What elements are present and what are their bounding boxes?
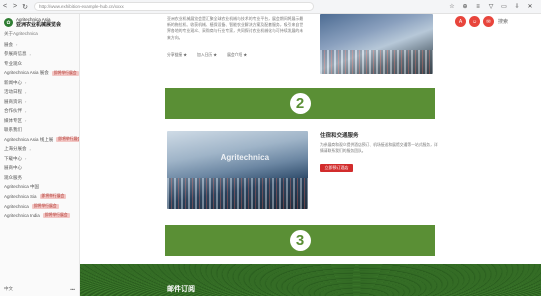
site-logo[interactable]: ✿ Agritechnica Asia 亚洲农业机械展览会 bbox=[4, 17, 75, 28]
sidebar-item[interactable]: Agritechnica India 即将举行展会 bbox=[4, 211, 75, 221]
chevron-right-icon: › bbox=[29, 51, 31, 57]
sidebar-item[interactable]: 新闻中心 › bbox=[4, 78, 75, 88]
close-icon[interactable]: ✕ bbox=[525, 2, 535, 12]
sidebar-item-label: 活动日程 bbox=[4, 89, 22, 95]
sidebar-item-label: 观众服务 bbox=[4, 174, 22, 180]
search-label[interactable]: 搜索 bbox=[498, 18, 538, 27]
upcoming-badge: 即将举行展会 bbox=[51, 70, 79, 76]
newsletter-band bbox=[80, 264, 541, 296]
sidebar-item[interactable]: 展商资讯 › bbox=[4, 97, 75, 107]
back-icon[interactable]: < bbox=[0, 2, 10, 12]
extension-icon[interactable]: ⊕ bbox=[460, 2, 470, 12]
meta-share[interactable]: 分享链接 ★ bbox=[167, 53, 187, 58]
upcoming-badge: 即将举行展会 bbox=[42, 213, 70, 219]
logo-line2: 亚洲农业机械展览会 bbox=[16, 22, 62, 28]
step-band-2: 2 bbox=[165, 88, 435, 119]
sidebar-item[interactable]: 专业观众 bbox=[4, 59, 75, 69]
sidebar-subtitle[interactable]: 关于Agritechnica bbox=[4, 31, 75, 37]
step-number-3: 3 bbox=[289, 230, 311, 251]
chevron-right-icon: › bbox=[25, 118, 27, 124]
sidebar-item[interactable]: 展会 › bbox=[4, 40, 75, 50]
sidebar-item-label: 合作伙伴 bbox=[4, 108, 22, 114]
sidebar-item-label: 参展商信息 bbox=[4, 51, 27, 57]
chevron-right-icon: › bbox=[29, 146, 31, 152]
sidebar-item-label: 联系我们 bbox=[4, 127, 22, 133]
chevron-right-icon: › bbox=[16, 42, 18, 48]
browser-toolbar: < > ↻ http://www.exhibition-example-hub.… bbox=[0, 0, 541, 14]
sidebar-item[interactable]: 上海分展会 › bbox=[4, 145, 75, 155]
sidebar-item-label: 媒体专区 bbox=[4, 117, 22, 123]
sidebar-item[interactable]: 观众服务 bbox=[4, 173, 75, 183]
hall-sign-text: Agritechnica bbox=[220, 152, 270, 162]
chevron-right-icon: › bbox=[25, 108, 27, 114]
step-band-3: 3 bbox=[165, 225, 435, 256]
sidebar-item[interactable]: 活动日程 › bbox=[4, 88, 75, 98]
forward-icon[interactable]: > bbox=[10, 2, 20, 12]
book-hotel-button[interactable]: 立即预订酒店 bbox=[320, 164, 353, 172]
sidebar-item[interactable]: Agritechnica 中国 bbox=[4, 183, 75, 193]
fab-mail-button[interactable]: ✉ bbox=[483, 16, 494, 27]
sidebar-item[interactable]: 媒体专区 › bbox=[4, 116, 75, 126]
sidebar-item-label: 展会 bbox=[4, 41, 13, 47]
fab-a-button[interactable]: A bbox=[455, 16, 466, 27]
fab-user-button[interactable]: ☺ bbox=[469, 16, 480, 27]
sidebar-item[interactable]: 合作伙伴 › bbox=[4, 107, 75, 117]
menu-icon[interactable]: ≡ bbox=[473, 2, 483, 12]
download-icon[interactable]: ⇩ bbox=[512, 2, 522, 12]
sidebar-item-label: Agritechnica Asia 线上展 bbox=[4, 136, 54, 142]
upcoming-badge: 即将举行展会 bbox=[31, 203, 59, 209]
sidebar-menu: 展会 › 参展商信息 › 专业观众 Agritechnica Asia 展会 即将举行展会新… bbox=[4, 40, 79, 221]
filter-icon[interactable]: ▽ bbox=[486, 2, 496, 12]
sidebar-item-label: 展商资讯 bbox=[4, 98, 22, 104]
crowd-texture bbox=[320, 50, 433, 74]
sidebar-item-label: 上海分展会 bbox=[4, 146, 27, 152]
reload-icon[interactable]: ↻ bbox=[20, 2, 30, 12]
more-icon[interactable]: ••• bbox=[70, 287, 75, 292]
section-description: 为参展商和观众提供酒店预订、机场接送和展馆交通等一站式服务，详情请联系我们的服务… bbox=[320, 143, 438, 153]
toolbar-actions: ☆ ⊕ ≡ ▽ ▭ ⇩ ✕ bbox=[447, 2, 541, 12]
article-body: 亚洲农业机械展览会是汇聚全球农业机械与技术的专业平台，展会期间将展示最新的拖拉机… bbox=[167, 16, 304, 40]
sidebar-item[interactable]: Agritechnica Sia 即将举行展会 bbox=[4, 192, 75, 202]
sidebar-item-label: Agritechnica Asia 展会 bbox=[4, 70, 49, 76]
chevron-right-icon: › bbox=[25, 99, 27, 105]
crowd-texture bbox=[167, 177, 308, 209]
section-title: 住宿和交通服务 bbox=[320, 133, 359, 139]
sidebar-item-label: 新闻中心 bbox=[4, 79, 22, 85]
newsletter-title: 邮件订阅 bbox=[167, 286, 195, 293]
sidebar-item[interactable]: 联系我们 bbox=[4, 126, 75, 136]
exhibition-hall-photo bbox=[320, 14, 433, 74]
sidebar-item-label: Agritechnica Sia bbox=[4, 194, 37, 200]
article-meta: 分享链接 ★ 加入日历 ★ 展会介绍 ★ bbox=[167, 53, 247, 58]
sidebar-item[interactable]: Agritechnica 即将举行展会 bbox=[4, 202, 75, 212]
upcoming-badge: 即将举行展会 bbox=[39, 194, 67, 200]
meta-intro[interactable]: 展会介绍 ★ bbox=[227, 53, 247, 58]
window-icon[interactable]: ▭ bbox=[499, 2, 509, 12]
sidebar-item[interactable]: 展商中心 bbox=[4, 164, 75, 174]
sidebar-item-label: 展商中心 bbox=[4, 165, 22, 171]
step-number-2: 2 bbox=[289, 93, 311, 114]
sidebar-footer: 中文 ••• bbox=[4, 286, 75, 292]
sidebar-item-label: Agritechnica India bbox=[4, 213, 40, 219]
chevron-right-icon: › bbox=[25, 89, 27, 95]
sidebar: ✿ Agritechnica Asia 亚洲农业机械展览会 关于Agritech… bbox=[0, 14, 80, 296]
sidebar-item[interactable]: 下载中心 › bbox=[4, 154, 75, 164]
sidebar-item[interactable]: Agritechnica Asia 线上展 即将举行展会 bbox=[4, 135, 79, 145]
logo-icon: ✿ bbox=[4, 18, 13, 27]
chevron-right-icon: › bbox=[25, 156, 27, 162]
meta-calendar[interactable]: 加入日历 ★ bbox=[197, 53, 217, 58]
upcoming-badge: 即将举行展会 bbox=[56, 137, 79, 143]
hall-entrance-photo: Agritechnica bbox=[167, 131, 308, 209]
sidebar-item-label: Agritechnica 中国 bbox=[4, 184, 40, 190]
language-switch[interactable]: 中文 bbox=[4, 286, 13, 292]
bookmark-icon[interactable]: ☆ bbox=[447, 2, 457, 12]
address-bar[interactable]: http://www.exhibition-example-hub.cn/xxx… bbox=[34, 2, 314, 11]
sidebar-item-label: 下载中心 bbox=[4, 155, 22, 161]
sidebar-item[interactable]: 参展商信息 › bbox=[4, 50, 75, 60]
sidebar-item-label: Agritechnica bbox=[4, 203, 29, 209]
sidebar-item-label: 专业观众 bbox=[4, 60, 22, 66]
chevron-right-icon: › bbox=[25, 80, 27, 86]
sidebar-item[interactable]: Agritechnica Asia 展会 即将举行展会 bbox=[4, 69, 79, 79]
